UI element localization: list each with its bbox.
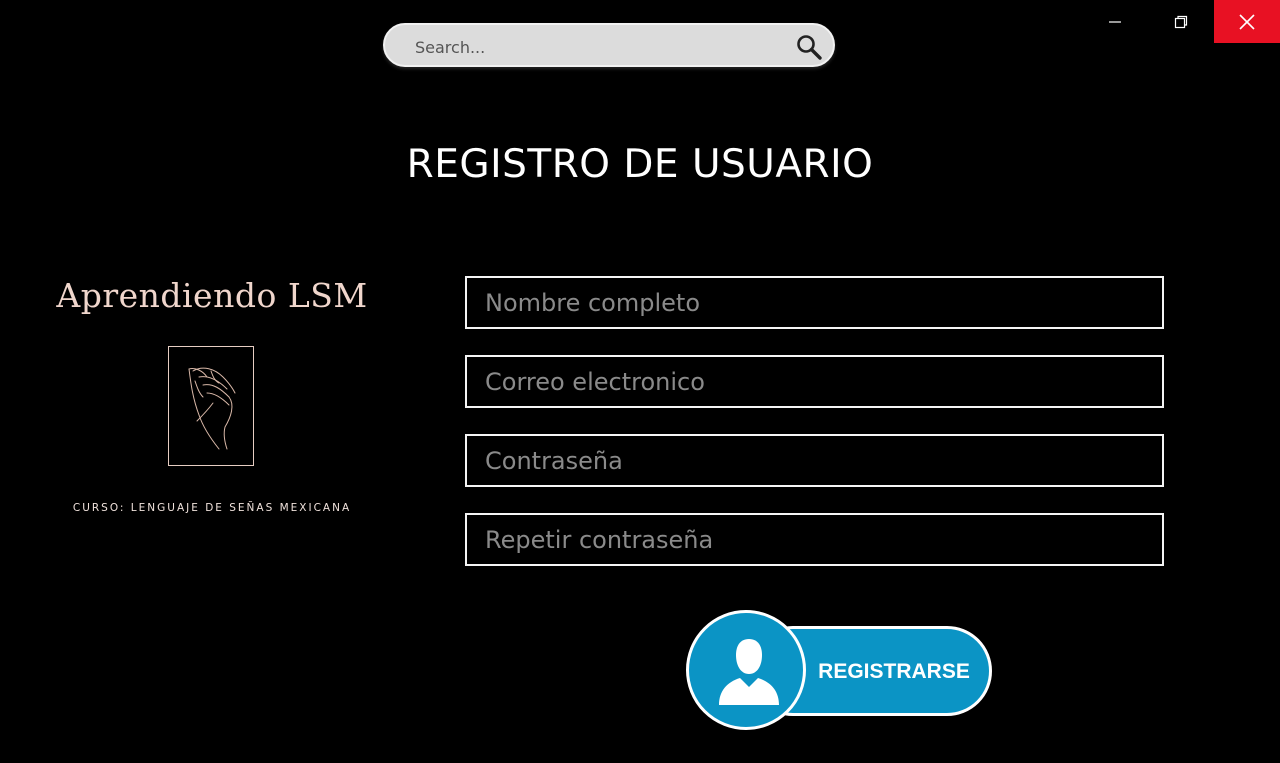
brand-panel: Aprendiendo LSM CURSO: LENGUAJE DE SEÑAS… — [40, 276, 384, 514]
email-field — [465, 355, 1164, 408]
repeat-password-input[interactable] — [467, 515, 1162, 564]
register-button-avatar[interactable] — [686, 610, 806, 730]
close-button[interactable] — [1214, 0, 1280, 43]
restore-button[interactable] — [1148, 0, 1214, 43]
brand-name: Aprendiendo LSM — [56, 276, 368, 315]
search-bar — [383, 23, 835, 67]
password-input[interactable] — [467, 436, 1162, 485]
restore-icon — [1174, 15, 1188, 28]
window-controls — [1082, 0, 1280, 43]
minimize-button[interactable] — [1082, 0, 1148, 43]
email-input[interactable] — [467, 357, 1162, 406]
close-icon — [1239, 13, 1255, 30]
full-name-field — [465, 276, 1164, 329]
register-button[interactable]: REGISTRARSE — [686, 610, 994, 732]
brand-logo — [168, 346, 254, 466]
page-title: REGISTRO DE USUARIO — [406, 142, 874, 187]
app-window: REGISTRO DE USUARIO Aprendiendo LSM — [0, 0, 1280, 763]
search-icon[interactable] — [795, 33, 823, 61]
brand-caption: CURSO: LENGUAJE DE SEÑAS MEXICANA — [72, 502, 352, 514]
password-field — [465, 434, 1164, 487]
register-button-label: REGISTRARSE — [818, 660, 970, 683]
minimize-icon — [1109, 20, 1121, 23]
hand-sign-icon — [188, 367, 236, 450]
full-name-input[interactable] — [467, 278, 1162, 327]
search-input[interactable] — [413, 34, 777, 60]
repeat-password-field — [465, 513, 1164, 566]
user-icon — [719, 639, 779, 705]
